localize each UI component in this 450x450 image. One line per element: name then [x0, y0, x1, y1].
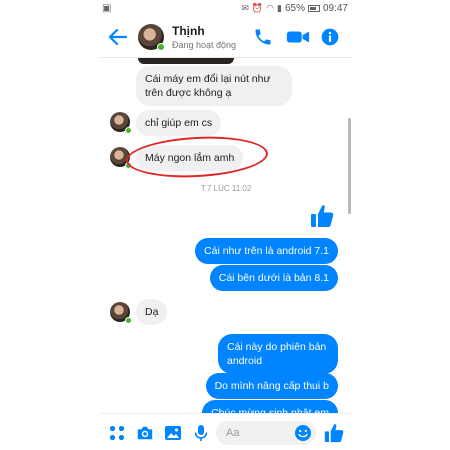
message-composer [100, 413, 352, 450]
battery-icon [307, 5, 320, 12]
message-bubble: Cái như trên là android 7.1 [195, 238, 338, 264]
red-annotation-circle [125, 133, 269, 181]
signal-icon: ▮ [277, 3, 282, 13]
contact-name[interactable]: Thịnh [172, 24, 205, 38]
image-icon: ▣ [102, 3, 112, 14]
scrollbar[interactable] [348, 118, 351, 214]
video-camera-icon[interactable] [286, 27, 310, 47]
timestamp: T.7 LÚC 11:02 [200, 184, 252, 193]
emoji-icon[interactable] [294, 424, 312, 442]
messenger-screen: ▣ ✉ ⏰ ◠ ▮ 65% 09:47 Thịnh Đang hoạt động [100, 0, 352, 450]
message-input-wrapper [216, 421, 316, 445]
thumbs-up-icon[interactable] [324, 422, 344, 444]
online-indicator [125, 317, 132, 324]
message-bubble: Cái này do phiên bản android [218, 334, 338, 374]
status-bar: ▣ ✉ ⏰ ◠ ▮ 65% 09:47 [100, 0, 352, 18]
battery-percent: 65% [284, 3, 305, 14]
mail-icon: ✉ [241, 3, 249, 13]
grid-icon[interactable] [108, 424, 126, 442]
clock: 09:47 [322, 3, 348, 14]
alarm-icon: ⏰ [251, 3, 264, 13]
message-bubble: chỉ giúp em cs [136, 110, 222, 136]
wifi-icon: ◠ [266, 3, 274, 13]
message-input[interactable] [216, 421, 290, 445]
microphone-icon[interactable] [192, 424, 210, 442]
back-arrow-icon[interactable] [106, 25, 130, 49]
message-bubble: Cái bên dưới là bản 8.1 [209, 265, 338, 291]
message-bubble: Cái máy em đổi lại nút như trên được khô… [136, 66, 292, 106]
info-icon[interactable] [320, 27, 340, 47]
contact-status: Đang hoạt động [172, 40, 237, 50]
message-bubble: Dạ [136, 299, 168, 325]
status-icons: ✉ ⏰ ◠ ▮ 65% 09:47 [241, 3, 348, 14]
camera-icon[interactable] [136, 424, 154, 442]
online-indicator [125, 127, 132, 134]
thumbs-up-icon [311, 205, 334, 227]
gallery-icon[interactable] [164, 424, 182, 442]
online-indicator [157, 43, 165, 51]
conversation-header: Thịnh Đang hoạt động [100, 18, 352, 58]
shared-photo[interactable] [138, 58, 234, 64]
phone-icon[interactable] [253, 27, 273, 47]
message-bubble: Do mình nâng cấp thui b [205, 373, 338, 399]
